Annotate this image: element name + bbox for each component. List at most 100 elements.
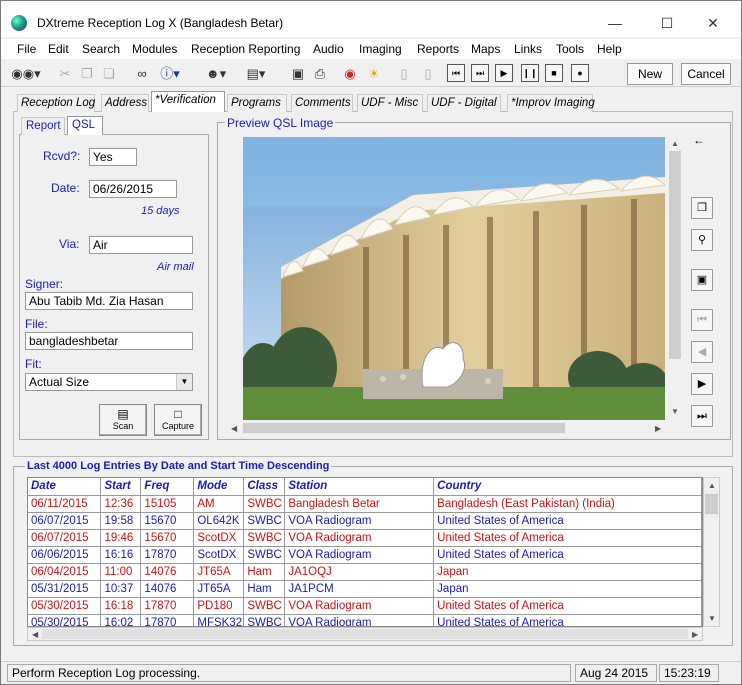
log-vertical-scrollbar[interactable]: ▲ ▼ (703, 477, 720, 627)
cut-icon[interactable]: ✂ (57, 63, 73, 85)
new-button[interactable]: New (627, 63, 673, 85)
menu-reception-reporting[interactable]: Reception Reporting (191, 42, 300, 56)
back-arrow-icon[interactable]: ← (693, 133, 705, 147)
tab-improv-imaging[interactable]: *Improv Imaging (507, 94, 595, 112)
table-row[interactable]: 06/11/2015 12:36 15105 AM SWBC Bangladesh Bet… (28, 495, 702, 513)
scan-label: Scan (112, 421, 134, 431)
close-button[interactable]: ✕ (693, 11, 733, 35)
last-image-button[interactable]: ⏭ (691, 405, 713, 427)
menu-links[interactable]: Links (514, 42, 542, 56)
log-scroll-up-icon[interactable]: ▲ (708, 481, 716, 490)
col-mode[interactable]: Mode (193, 478, 245, 496)
menu-edit[interactable]: Edit (48, 42, 69, 56)
preview-vertical-scrollbar[interactable]: ▲ ▼ (667, 137, 683, 420)
meter2-icon[interactable]: ▯ (421, 63, 435, 85)
table-cell: JA1PCM (284, 580, 435, 598)
people-icon[interactable]: ☻▾ (201, 63, 231, 85)
printer-icon[interactable]: ⎙ (311, 63, 329, 85)
fit-select[interactable]: Actual Size ▼ (25, 373, 193, 391)
hscroll-thumb[interactable] (243, 423, 565, 433)
log-horizontal-scrollbar[interactable]: ◀ ▶ (27, 627, 703, 641)
col-start[interactable]: Start (100, 478, 142, 496)
log-scroll-right-icon[interactable]: ▶ (692, 630, 698, 639)
col-class[interactable]: Class (243, 478, 286, 496)
tab-programs[interactable]: Programs (227, 94, 287, 112)
play-button[interactable]: ▶ (495, 64, 513, 82)
table-row[interactable]: 05/30/2015 16:18 17870 PD180 SWBC VOA Radiogr… (28, 597, 702, 615)
next-image-button[interactable]: ▶ (691, 373, 713, 395)
tab-reception-log[interactable]: Reception Log (17, 94, 95, 112)
menu-file[interactable]: File (17, 42, 36, 56)
date-field[interactable]: 06/26/2015 (89, 180, 177, 198)
tab-address[interactable]: Address (101, 94, 149, 112)
tab-comments[interactable]: Comments (291, 94, 353, 112)
table-cell: Japan (433, 563, 702, 581)
app-window: DXtreme Reception Log X (Bangladesh Beta… (0, 0, 742, 685)
log-scroll-left-icon[interactable]: ◀ (32, 630, 38, 639)
zoom-button[interactable]: ⚲ (691, 229, 713, 251)
table-cell: SWBC (243, 597, 286, 615)
menu-audio[interactable]: Audio (313, 42, 344, 56)
palette-icon[interactable]: ◉ (341, 63, 359, 85)
link-icon[interactable]: ∞ (133, 63, 151, 85)
copy-icon[interactable]: ❐ (79, 63, 95, 85)
rcvd-field[interactable]: Yes (89, 148, 137, 166)
table-row[interactable]: 05/31/2015 10:37 14076 JT65A Ham JA1PCM Japan (28, 580, 702, 598)
col-freq[interactable]: Freq (140, 478, 195, 496)
log-hscroll-thumb[interactable] (42, 629, 688, 639)
rewind-button[interactable]: ⏮ (447, 64, 465, 82)
tab-udf-digital[interactable]: UDF - Digital (427, 94, 501, 112)
col-date[interactable]: Date (28, 478, 102, 496)
view-button[interactable]: ▣ (691, 269, 713, 291)
minimize-button[interactable]: — (595, 11, 635, 35)
log-scroll-down-icon[interactable]: ▼ (708, 614, 716, 623)
maximize-button[interactable]: ☐ (647, 11, 687, 35)
col-country[interactable]: Country (433, 478, 702, 496)
paste-icon[interactable]: ❏ (101, 63, 117, 85)
tab-verification[interactable]: *Verification (151, 91, 225, 112)
table-row[interactable]: 06/04/2015 11:00 14076 JT65A Ham JA1OQJ Japan (28, 563, 702, 581)
report-icon[interactable]: ▤▾ (239, 63, 273, 85)
table-row[interactable]: 06/07/2015 19:46 15670 ScotDX SWBC VOA Radiog… (28, 529, 702, 547)
col-station[interactable]: Station (284, 478, 435, 496)
scroll-down-icon[interactable]: ▼ (671, 407, 679, 416)
via-field[interactable]: Air (89, 236, 193, 254)
scroll-thumb[interactable] (669, 151, 681, 359)
info-icon[interactable]: ⓘ▾ (155, 63, 185, 85)
menu-maps[interactable]: Maps (471, 42, 500, 56)
cancel-button[interactable]: Cancel (681, 63, 731, 85)
capture-button[interactable]: □ Capture (154, 404, 202, 436)
preview-horizontal-scrollbar[interactable]: ◀ ▶ (227, 421, 667, 435)
copy-image-button[interactable]: ❐ (691, 197, 713, 219)
status-date: Aug 24 2015 (575, 664, 657, 682)
first-image-button[interactable]: ⏮ (691, 309, 713, 331)
step-forward-button[interactable]: ⏭ (471, 64, 489, 82)
signer-field[interactable]: Abu Tabib Md. Zia Hasan (25, 292, 193, 310)
menu-reports[interactable]: Reports (417, 42, 459, 56)
meter-icon[interactable]: ▯ (397, 63, 411, 85)
record-button[interactable]: ● (571, 64, 589, 82)
subtab-report[interactable]: Report (21, 117, 65, 135)
menu-modules[interactable]: Modules (132, 42, 177, 56)
prev-image-button[interactable]: ◀ (691, 341, 713, 363)
scroll-up-icon[interactable]: ▲ (671, 139, 679, 148)
scan-button[interactable]: ▤ Scan (99, 404, 147, 436)
menu-help[interactable]: Help (597, 42, 622, 56)
table-row[interactable]: 05/30/2015 16:02 17870 MFSK32 SWBC VOA Radiog… (28, 614, 702, 626)
scroll-right-icon[interactable]: ▶ (655, 424, 661, 433)
table-row[interactable]: 06/06/2015 16:16 17870 ScotDX SWBC VOA Radiog… (28, 546, 702, 564)
pause-button[interactable]: ❙❙ (521, 64, 539, 82)
binoculars-icon[interactable]: ◉◉▾ (11, 63, 41, 85)
stop-button[interactable]: ■ (545, 64, 563, 82)
subtab-qsl[interactable]: QSL (67, 116, 103, 135)
menu-imaging[interactable]: Imaging (359, 42, 402, 56)
file-field[interactable]: bangladeshbetar (25, 332, 193, 350)
window-icon[interactable]: ▣ (289, 63, 307, 85)
table-row[interactable]: 06/07/2015 19:58 15670 OL642K SWBC VOA Radiog… (28, 512, 702, 530)
tab-udf-misc[interactable]: UDF - Misc (357, 94, 423, 112)
menu-search[interactable]: Search (82, 42, 120, 56)
sun-icon[interactable]: ☀ (365, 63, 383, 85)
log-scroll-thumb[interactable] (705, 494, 718, 514)
scroll-left-icon[interactable]: ◀ (231, 424, 237, 433)
menu-tools[interactable]: Tools (556, 42, 584, 56)
